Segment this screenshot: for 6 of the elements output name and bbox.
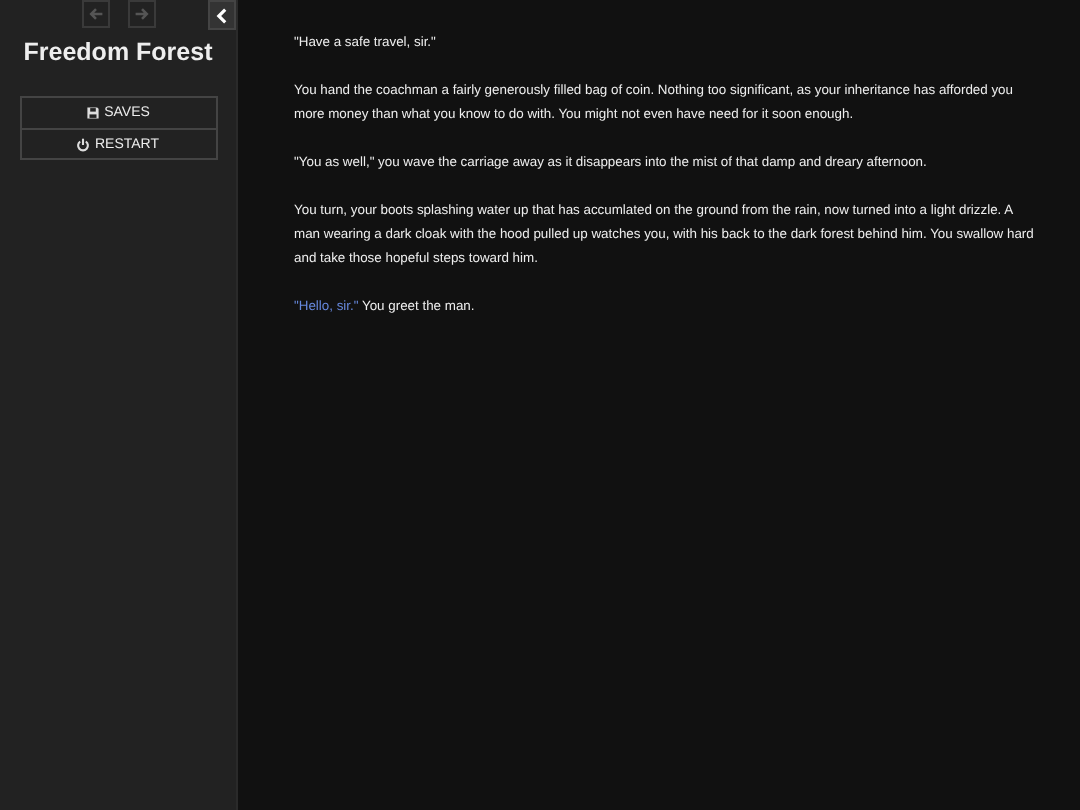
right-arrow-icon	[133, 6, 149, 22]
chevron-left-icon	[214, 7, 230, 23]
power-icon	[76, 137, 91, 151]
story-title: Freedom Forest	[23, 36, 213, 68]
collapse-button[interactable]	[208, 0, 236, 30]
left-arrow-icon	[87, 6, 103, 22]
